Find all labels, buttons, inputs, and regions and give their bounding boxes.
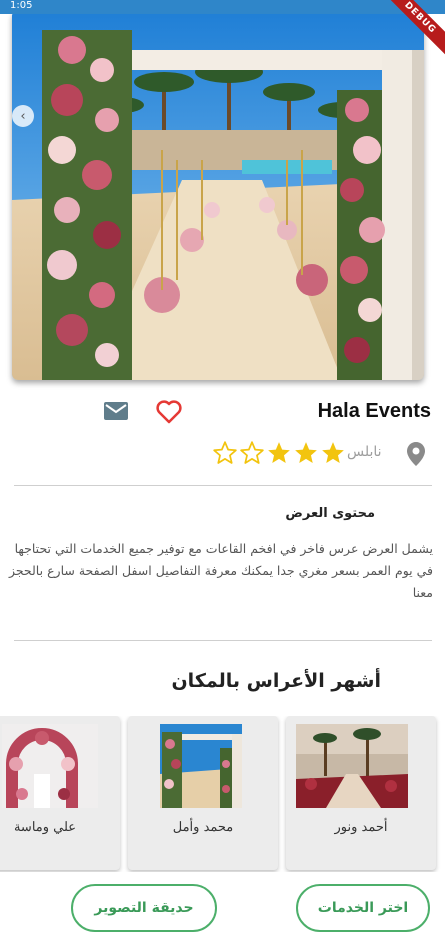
offer-title: محتوى العرض xyxy=(285,506,375,521)
status-time: 1:05 xyxy=(10,0,33,11)
star-empty-icon xyxy=(213,441,237,464)
venue-city: نابلس xyxy=(347,444,382,460)
wedding-card-label: أحمد ونور xyxy=(334,820,388,835)
wedding-card-label: محمد وأمل xyxy=(172,820,234,835)
wedding-card-image xyxy=(296,724,408,808)
mail-icon[interactable] xyxy=(104,402,128,426)
divider xyxy=(14,485,432,486)
popular-weddings-title: أشهر الأعراس بالمكان xyxy=(171,670,381,692)
carousel-prev-icon[interactable]: ‹ xyxy=(12,105,34,127)
wedding-card-image xyxy=(2,724,98,808)
wedding-card[interactable]: أحمد ونور xyxy=(286,716,436,870)
divider xyxy=(14,640,432,641)
star-filled-icon xyxy=(295,442,317,463)
venue-hero-image[interactable] xyxy=(12,10,424,380)
star-empty-icon xyxy=(240,441,264,464)
choose-services-button[interactable]: اختر الخدمات xyxy=(296,884,430,932)
status-bar: 1:05 xyxy=(0,0,445,14)
star-filled-icon xyxy=(268,442,290,463)
wedding-card-image xyxy=(160,724,272,808)
location-pin-icon xyxy=(407,442,425,470)
wedding-card-label: علي وماسة xyxy=(13,820,77,835)
offer-description: يشمل العرض عرس فاخر في افخم القاعات مع ت… xyxy=(8,541,433,600)
venue-name: Hala Events xyxy=(317,400,431,422)
star-filled-icon xyxy=(322,442,344,463)
wedding-card[interactable]: محمد وأمل xyxy=(128,716,278,870)
popular-weddings-list[interactable]: أحمد ونور محمد وأمل علي وماسة xyxy=(0,716,445,872)
wedding-card[interactable]: علي وماسة xyxy=(0,716,120,870)
favorite-heart-icon[interactable] xyxy=(156,400,182,428)
photo-garden-button[interactable]: حديقة التصوير xyxy=(71,884,217,932)
hero-photo xyxy=(12,10,424,380)
venue-rating-row: نابلس xyxy=(0,440,445,470)
rating-stars xyxy=(212,440,346,466)
venue-title-row: Hala Events xyxy=(0,398,445,432)
